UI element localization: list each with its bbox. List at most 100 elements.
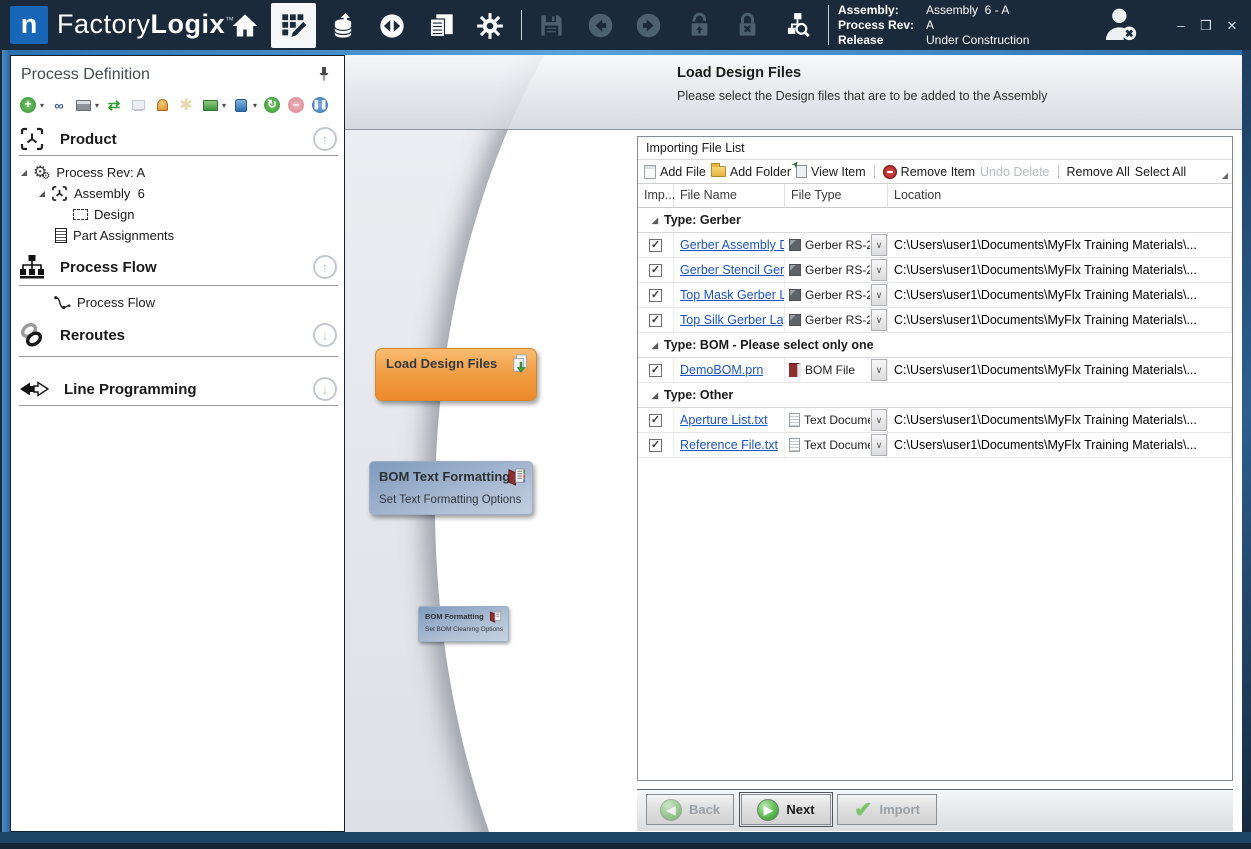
file-type-label: Text Document <box>804 413 870 427</box>
file-name-link[interactable]: Top Silk Gerber Laye... <box>680 313 784 327</box>
file-name-link[interactable]: Top Mask Gerber La... <box>680 288 784 302</box>
column-file-type[interactable]: File Type <box>785 184 888 207</box>
file-name-link[interactable]: Reference File.txt <box>680 438 778 452</box>
app-brand: FactoryLogix™ <box>57 9 235 40</box>
process-audit-icon[interactable] <box>776 5 818 45</box>
column-file-name[interactable]: File Name <box>674 184 785 207</box>
tree-item-design[interactable]: Design <box>11 204 346 225</box>
file-type-dropdown[interactable]: ∨ <box>871 284 887 306</box>
exchange-icon[interactable]: ⇄ <box>105 96 123 114</box>
file-type-dropdown[interactable]: ∨ <box>871 234 887 256</box>
view-item-button[interactable]: View Item <box>796 165 866 179</box>
file-type-dropdown[interactable]: ∨ <box>871 359 887 381</box>
select-all-button[interactable]: Select All <box>1135 165 1186 179</box>
add-icon[interactable]: + <box>19 96 37 114</box>
back-button[interactable]: ◀ Back <box>646 794 734 825</box>
process-definition-icon[interactable] <box>271 3 316 48</box>
info-separator <box>828 5 829 45</box>
remove-icon[interactable]: – <box>287 96 305 114</box>
maximize-button[interactable]: ❒ <box>1195 16 1217 36</box>
unlock-icon[interactable] <box>678 5 720 45</box>
file-group-header[interactable]: ◢ Type: Other <box>638 383 1232 408</box>
materials-icon[interactable] <box>320 3 365 48</box>
group-expander-icon[interactable]: ◢ <box>650 341 660 350</box>
import-checkbox[interactable] <box>649 414 662 427</box>
section-reroutes[interactable]: Reroutes ↓ <box>19 320 337 350</box>
presentation-icon[interactable] <box>129 96 147 114</box>
group-expander-icon[interactable]: ◢ <box>650 391 660 400</box>
reports-icon[interactable] <box>418 3 463 48</box>
gear-icon[interactable]: ✱ <box>177 96 195 114</box>
minimize-button[interactable]: – <box>1170 16 1192 36</box>
tree-item-process-flow[interactable]: Process Flow <box>11 292 346 313</box>
assembly-info: Assembly:Assembly 6 - A Process Rev:A Re… <box>838 3 1098 48</box>
file-type-dropdown[interactable]: ∨ <box>871 409 887 431</box>
file-name-link[interactable]: Gerber Assembly Dr... <box>680 238 784 252</box>
file-name-link[interactable]: DemoBOM.prn <box>680 363 763 377</box>
expand-line-programming-button[interactable]: ↓ <box>313 377 337 401</box>
settings-icon[interactable] <box>467 3 512 48</box>
logout-user-icon[interactable] <box>1100 5 1146 47</box>
export-folder-icon[interactable] <box>201 96 219 114</box>
remove-all-button[interactable]: Remove All <box>1067 165 1130 179</box>
group-expander-icon[interactable]: ◢ <box>650 216 660 225</box>
section-line-programming-label: Line Programming <box>64 381 304 398</box>
resize-grip-icon[interactable]: ◢ <box>1222 171 1228 180</box>
file-type-dropdown[interactable]: ∨ <box>871 309 887 331</box>
add-folder-button[interactable]: Add Folder <box>711 165 791 179</box>
collapse-product-button[interactable]: ↑ <box>313 127 337 151</box>
column-imported[interactable]: Imp... <box>638 184 674 207</box>
collapse-process-flow-button[interactable]: ↑ <box>313 255 337 279</box>
transfer-icon[interactable] <box>369 3 414 48</box>
refresh-icon[interactable]: ↻ <box>263 96 281 114</box>
undo-icon[interactable] <box>579 5 621 45</box>
flow-step-bom-text-formatting[interactable]: BOM Text Formatting Set Text Formatting … <box>369 461 533 515</box>
import-checkbox[interactable] <box>649 364 662 377</box>
recycle-icon[interactable] <box>232 96 250 114</box>
print-icon[interactable] <box>74 96 92 114</box>
import-checkbox[interactable] <box>649 264 662 277</box>
remove-item-button[interactable]: Remove Item <box>883 165 975 179</box>
flow-step-bom-formatting[interactable]: BOM Formatting Set BOM Cleaning Options <box>418 606 509 642</box>
undo-delete-button[interactable]: Undo Delete <box>980 165 1050 179</box>
section-line-programming[interactable]: Line Programming ↓ <box>19 374 337 404</box>
import-checkbox[interactable] <box>649 314 662 327</box>
close-button[interactable]: ✕ <box>1221 16 1243 36</box>
lock-release-icon[interactable] <box>726 5 768 45</box>
section-process-flow[interactable]: Process Flow ↑ <box>19 252 337 282</box>
redo-icon[interactable] <box>627 5 669 45</box>
import-button[interactable]: ✔ Import <box>837 794 937 825</box>
bell-icon[interactable] <box>153 96 171 114</box>
add-dropdown-icon[interactable]: ▾ <box>40 101 44 110</box>
file-name-link[interactable]: Gerber Stencil Gerbe... <box>680 263 784 277</box>
tree-item-assembly[interactable]: ◢ Assembly 6 <box>11 183 346 204</box>
export-dropdown-icon[interactable]: ▾ <box>222 101 226 110</box>
titlebar: n FactoryLogix™ Assembly:Assembly 6 - A … <box>0 0 1251 50</box>
import-checkbox[interactable] <box>649 289 662 302</box>
expand-reroutes-button[interactable]: ↓ <box>313 323 337 347</box>
section-product[interactable]: Product ↑ <box>19 124 337 154</box>
pause-icon[interactable]: ❚❚ <box>311 96 329 114</box>
expander-icon[interactable]: ◢ <box>19 168 29 177</box>
pin-icon[interactable] <box>316 66 332 82</box>
print-dropdown-icon[interactable]: ▾ <box>95 101 99 110</box>
tree-item-part-assignments[interactable]: Part Assignments <box>11 225 346 246</box>
tree-item-process-rev[interactable]: ◢ ⚙⚙ Process Rev: A <box>11 162 346 183</box>
import-checkbox[interactable] <box>649 239 662 252</box>
recycle-dropdown-icon[interactable]: ▾ <box>253 101 257 110</box>
flow-step-load-design-files[interactable]: Load Design Files <box>375 348 537 401</box>
find-icon[interactable]: ∞ <box>50 96 68 114</box>
file-type-dropdown[interactable]: ∨ <box>871 434 887 456</box>
home-icon[interactable] <box>222 3 267 48</box>
file-name-link[interactable]: Aperture List.txt <box>680 413 768 427</box>
save-icon[interactable] <box>530 5 572 45</box>
next-button[interactable]: ▶ Next <box>741 794 831 825</box>
file-type-dropdown[interactable]: ∨ <box>871 259 887 281</box>
file-group-header[interactable]: ◢ Type: Gerber <box>638 208 1232 233</box>
file-group-header[interactable]: ◢ Type: BOM - Please select only one <box>638 333 1232 358</box>
assembly-value: Assembly 6 - A <box>926 3 1009 18</box>
column-location[interactable]: Location <box>888 184 1232 207</box>
import-checkbox[interactable] <box>649 439 662 452</box>
add-file-button[interactable]: Add File <box>644 165 706 179</box>
expander-icon[interactable]: ◢ <box>37 189 47 198</box>
